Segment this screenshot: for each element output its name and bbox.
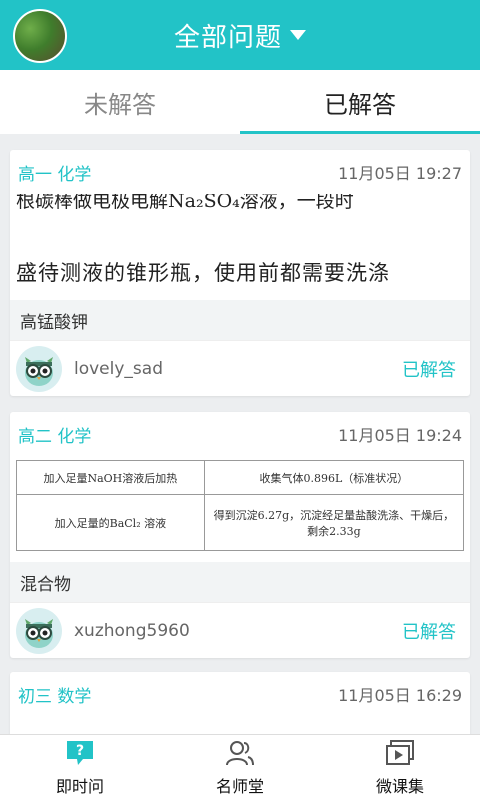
- owl-avatar-icon: [16, 345, 62, 392]
- question-subject: 高一 化学: [18, 164, 92, 185]
- owl-avatar-icon: [16, 607, 62, 654]
- teachers-icon: [225, 739, 255, 767]
- tab-answered[interactable]: 已解答: [240, 70, 480, 134]
- nav-micro-lessons[interactable]: 微课集: [320, 735, 480, 800]
- status-answered[interactable]: 已解答: [402, 356, 456, 382]
- question-subject: 高二 化学: [18, 426, 92, 447]
- question-feed[interactable]: 高一 化学 11月05日 19:27 根碳棒做电极电解Na₂SO₄溶液，一段时 …: [0, 134, 480, 734]
- question-image-line: 根碳棒做电极电解Na₂SO₄溶液，一段时: [16, 194, 354, 212]
- question-time: 11月05日 16:29: [338, 686, 462, 705]
- question-filter-dropdown[interactable]: 全部问题: [150, 14, 330, 56]
- question-image[interactable]: 根碳棒做电极电解Na₂SO₄溶液，一段时 盛待测液的锥形瓶，使用前都需要洗涤: [16, 194, 464, 300]
- nav-label: 名师堂: [215, 776, 264, 796]
- tab-bar: 未解答 已解答: [0, 70, 480, 134]
- status-answered[interactable]: 已解答: [402, 618, 456, 644]
- question-text: 混合物: [10, 562, 470, 602]
- question-image[interactable]: 加入足量NaOH溶液后加热 收集气体0.896L（标准状况） 加入足量的BaCl…: [16, 456, 464, 562]
- table-cell: 加入足量NaOH溶液后加热: [16, 460, 205, 495]
- nav-label: 微课集: [375, 776, 424, 796]
- question-image-line: 盛待测液的锥形瓶，使用前都需要洗涤: [16, 261, 390, 285]
- table-row: 加入足量的BaCl₂ 溶液 得到沉淀6.27g，沉淀经足量盐酸洗涤、干燥后，剩余…: [16, 494, 464, 551]
- question-subject: 初三 数学: [18, 686, 92, 707]
- tab-unanswered[interactable]: 未解答: [0, 70, 240, 134]
- nav-label: 即时问: [55, 776, 104, 796]
- question-data-table: 加入足量NaOH溶液后加热 收集气体0.896L（标准状况） 加入足量的BaCl…: [16, 460, 464, 551]
- page-title: 全部问题: [173, 22, 282, 53]
- question-card[interactable]: 初三 数学 11月05日 16:29: [10, 672, 470, 734]
- question-text: 高锰酸钾: [10, 300, 470, 340]
- nav-instant-ask[interactable]: ? 即时问: [0, 735, 160, 800]
- table-cell: 收集气体0.896L（标准状况）: [203, 460, 464, 495]
- bottom-nav: ? 即时问 名师堂 微课集: [0, 734, 480, 800]
- question-bubble-icon: ?: [65, 739, 95, 767]
- question-time: 11月05日 19:24: [338, 426, 462, 445]
- svg-text:?: ?: [76, 743, 84, 759]
- question-time: 11月05日 19:27: [338, 164, 462, 183]
- answerer-name: xuzhong5960: [74, 620, 190, 641]
- table-row: 加入足量NaOH溶液后加热 收集气体0.896L（标准状况）: [16, 460, 464, 495]
- question-card[interactable]: 高一 化学 11月05日 19:27 根碳棒做电极电解Na₂SO₄溶液，一段时 …: [10, 150, 470, 396]
- question-card[interactable]: 高二 化学 11月05日 19:24 加入足量NaOH溶液后加热 收集气体0.8…: [10, 412, 470, 658]
- dropdown-caret-icon: [290, 30, 306, 40]
- top-bar: 全部问题: [0, 0, 480, 70]
- user-avatar[interactable]: [13, 9, 67, 63]
- nav-teachers[interactable]: 名师堂: [160, 735, 320, 800]
- answerer-name: lovely_sad: [74, 358, 163, 379]
- video-play-icon: [385, 739, 415, 767]
- table-cell: 得到沉淀6.27g，沉淀经足量盐酸洗涤、干燥后，剩余2.33g: [203, 494, 464, 551]
- table-cell: 加入足量的BaCl₂ 溶液: [16, 494, 205, 551]
